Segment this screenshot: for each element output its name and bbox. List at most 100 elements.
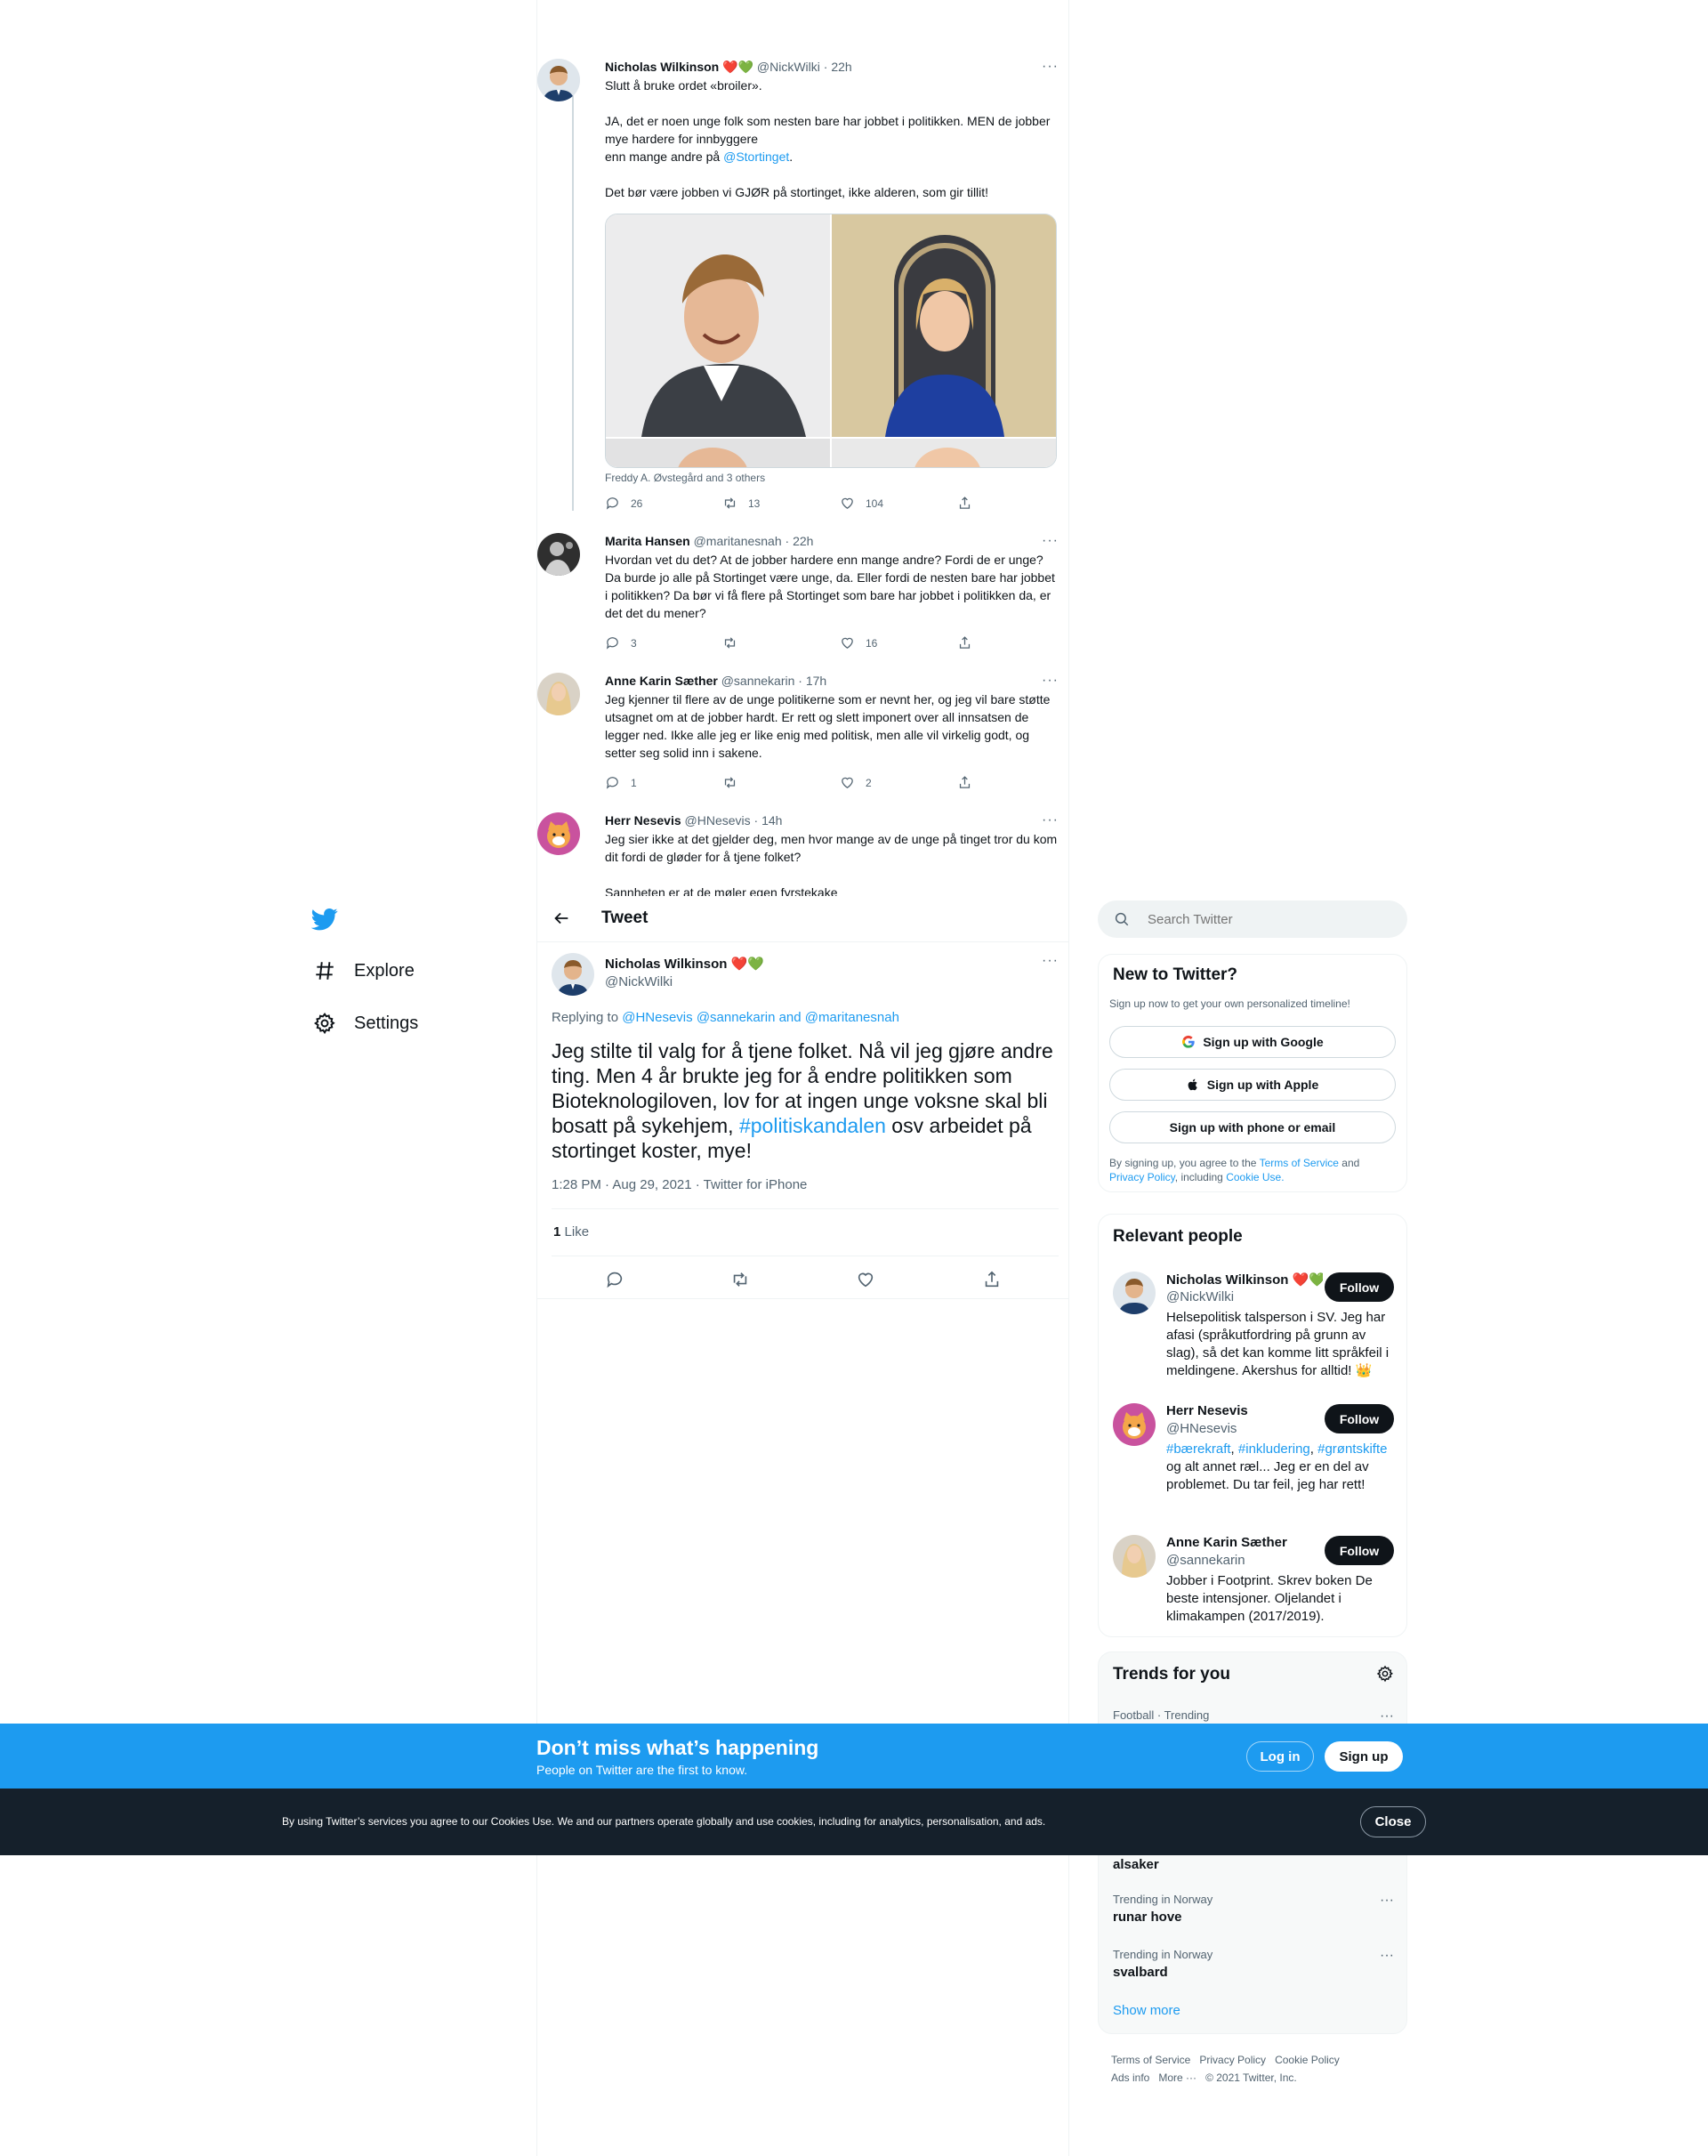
footer-privacy-link[interactable]: Privacy Policy: [1199, 2054, 1266, 2066]
cookie-close-button[interactable]: Close: [1360, 1806, 1426, 1837]
media-photo-2[interactable]: [832, 214, 1056, 437]
twitter-logo-icon[interactable]: [310, 906, 338, 937]
like-button[interactable]: 2: [840, 775, 957, 790]
more-options-icon[interactable]: ···: [1380, 1893, 1394, 1909]
author-handle[interactable]: @maritanesnah: [694, 534, 782, 548]
share-button[interactable]: [982, 1270, 1002, 1294]
share-button[interactable]: [957, 775, 1075, 790]
footer-more-link[interactable]: More ···: [1158, 2071, 1196, 2084]
reply-button[interactable]: [605, 1270, 624, 1294]
search-input[interactable]: [1148, 909, 1388, 929]
author-handle[interactable]: @NickWilki: [605, 974, 673, 989]
signup-button[interactable]: Sign up: [1325, 1741, 1403, 1772]
more-options-icon[interactable]: ···: [1042, 673, 1059, 689]
avatar[interactable]: [1113, 1403, 1156, 1446]
likes-count[interactable]: 1 Like: [553, 1224, 589, 1239]
author-name[interactable]: Herr Nesevis: [605, 813, 681, 828]
more-options-icon[interactable]: ···: [1042, 533, 1059, 549]
retweet-button[interactable]: [730, 1270, 750, 1294]
login-button[interactable]: Log in: [1246, 1741, 1314, 1772]
trend-item[interactable]: Trending in Norway svalbard ···: [1113, 1948, 1394, 1980]
mention-link[interactable]: @sannekarin: [697, 1010, 776, 1025]
footer-cookie-link[interactable]: Cookie Policy: [1275, 2054, 1340, 2066]
more-options-icon[interactable]: ···: [1380, 1948, 1394, 1964]
author-handle[interactable]: @sannekarin: [721, 674, 795, 688]
author-handle[interactable]: @NickWilki: [757, 60, 820, 74]
tweet-time[interactable]: 17h: [806, 674, 826, 688]
trend-item[interactable]: alsaker: [1113, 1853, 1394, 1872]
person-handle[interactable]: @HNesevis: [1166, 1421, 1237, 1436]
mention-link[interactable]: @maritanesnah: [805, 1010, 899, 1025]
tweet-time[interactable]: 22h: [831, 60, 851, 74]
nav-settings[interactable]: Settings: [313, 1012, 418, 1035]
trend-item[interactable]: Football · Trending ···: [1113, 1708, 1394, 1724]
signup-google-button[interactable]: Sign up with Google: [1109, 1026, 1396, 1058]
person-name[interactable]: Anne Karin Sæther: [1166, 1535, 1287, 1550]
reply-button[interactable]: 26: [605, 496, 722, 511]
hashtag-link[interactable]: #bærekraft: [1166, 1441, 1231, 1457]
author-name[interactable]: Nicholas Wilkinson: [605, 957, 727, 972]
mention-link[interactable]: @HNesevis: [622, 1010, 692, 1025]
tweet-media-grid[interactable]: [605, 214, 1057, 468]
thread-tweet-2[interactable]: Marita Hansen @maritanesnah · 22h ··· Hv…: [537, 533, 1059, 658]
media-photo-4[interactable]: [832, 439, 1056, 467]
more-options-icon[interactable]: ···: [1042, 59, 1059, 75]
person-name[interactable]: Nicholas Wilkinson ❤️💚: [1166, 1272, 1323, 1288]
follow-button[interactable]: Follow: [1325, 1404, 1394, 1433]
show-more-link[interactable]: Show more: [1113, 2003, 1180, 2018]
signup-apple-button[interactable]: Sign up with Apple: [1109, 1069, 1396, 1101]
avatar[interactable]: [537, 533, 580, 576]
gear-icon[interactable]: [1376, 1665, 1394, 1687]
tweet-time[interactable]: 22h: [793, 534, 813, 548]
terms-link[interactable]: Terms of Service: [1260, 1157, 1339, 1169]
media-tagged-people[interactable]: Freddy A. Øvstegård and 3 others: [605, 472, 765, 484]
avatar[interactable]: [537, 812, 580, 855]
author-name[interactable]: Marita Hansen: [605, 534, 690, 548]
retweet-button[interactable]: [722, 775, 840, 790]
retweet-button[interactable]: [722, 635, 840, 650]
avatar[interactable]: [1113, 1272, 1156, 1314]
author-name[interactable]: Anne Karin Sæther: [605, 674, 718, 688]
person-handle[interactable]: @sannekarin: [1166, 1553, 1245, 1568]
footer-terms-link[interactable]: Terms of Service: [1111, 2054, 1190, 2066]
footer-ads-link[interactable]: Ads info: [1111, 2071, 1149, 2084]
hashtag-link[interactable]: #inkludering: [1238, 1441, 1310, 1457]
author-name[interactable]: Nicholas Wilkinson: [605, 60, 719, 74]
media-photo-3[interactable]: [606, 439, 830, 467]
hashtag-link[interactable]: #politiskandalen: [739, 1114, 886, 1137]
tweet-timestamp[interactable]: 1:28 PM · Aug 29, 2021 · Twitter for iPh…: [552, 1177, 807, 1192]
author-handle[interactable]: @HNesevis: [685, 813, 751, 828]
back-arrow-icon[interactable]: [552, 908, 571, 933]
retweet-button[interactable]: 13: [722, 496, 840, 511]
follow-button[interactable]: Follow: [1325, 1536, 1394, 1565]
person-handle[interactable]: @NickWilki: [1166, 1289, 1234, 1304]
like-button[interactable]: 16: [840, 635, 957, 650]
avatar[interactable]: [1113, 1535, 1156, 1578]
person-name[interactable]: Herr Nesevis: [1166, 1403, 1248, 1418]
thread-tweet-1[interactable]: Nicholas Wilkinson ❤️💚 @NickWilki · 22h …: [537, 59, 1059, 521]
avatar[interactable]: [537, 59, 580, 101]
more-options-icon[interactable]: ···: [1042, 812, 1059, 828]
share-button[interactable]: [957, 635, 1075, 650]
reply-button[interactable]: 3: [605, 635, 722, 650]
thread-tweet-4[interactable]: Herr Nesevis @HNesevis · 14h ··· Jeg sie…: [537, 812, 1059, 896]
more-options-icon[interactable]: ···: [1042, 953, 1059, 969]
avatar[interactable]: [537, 673, 580, 715]
cookie-link[interactable]: Cookie Use.: [1226, 1171, 1284, 1183]
mention-link[interactable]: @Stortinget: [723, 149, 789, 164]
avatar[interactable]: [552, 953, 594, 996]
trend-item[interactable]: Trending in Norway runar hove ···: [1113, 1893, 1394, 1925]
like-button[interactable]: [856, 1270, 875, 1294]
share-button[interactable]: [957, 496, 1075, 511]
like-button[interactable]: 104: [840, 496, 957, 511]
signup-phone-button[interactable]: Sign up with phone or email: [1109, 1111, 1396, 1143]
more-options-icon[interactable]: ···: [1380, 1708, 1394, 1724]
privacy-link[interactable]: Privacy Policy: [1109, 1171, 1175, 1183]
media-photo-1[interactable]: [606, 214, 830, 437]
nav-explore[interactable]: Explore: [313, 959, 415, 982]
reply-button[interactable]: 1: [605, 775, 722, 790]
hashtag-link[interactable]: #grøntskifte: [1317, 1441, 1387, 1457]
thread-tweet-3[interactable]: Anne Karin Sæther @sannekarin · 17h ··· …: [537, 673, 1059, 797]
search-box[interactable]: [1098, 900, 1407, 938]
follow-button[interactable]: Follow: [1325, 1272, 1394, 1302]
